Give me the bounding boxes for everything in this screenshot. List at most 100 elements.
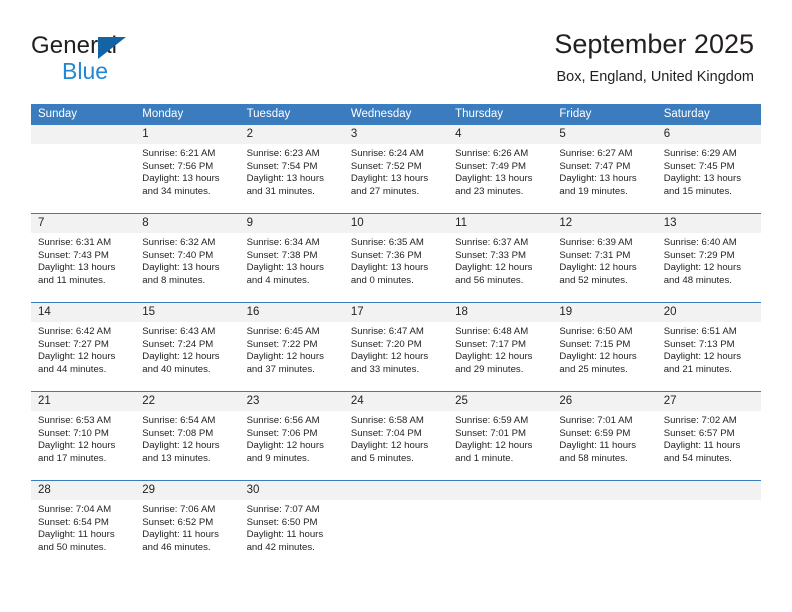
day-cell-content xyxy=(343,481,449,569)
calendar-day-cell[interactable]: 5 Sunrise: 6:27 AM Sunset: 7:47 PM Daylight… xyxy=(552,125,657,214)
calendar-day-cell[interactable]: 2 Sunrise: 6:23 AM Sunset: 7:54 PM Daylight… xyxy=(239,125,344,214)
day-cell-content: 17 Sunrise: 6:47 AM Sunset: 7:20 PM Dayligh… xyxy=(343,303,449,391)
calendar-day-cell[interactable]: 24 Sunrise: 6:58 AM Sunset: 7:04 PM Dayligh… xyxy=(343,391,449,481)
sunrise-text: Sunrise: 6:23 AM xyxy=(246,148,320,159)
calendar-day-cell[interactable]: 25 Sunrise: 6:59 AM Sunset: 7:01 PM Dayligh… xyxy=(448,391,553,481)
sunrise-text: Sunrise: 6:53 AM xyxy=(38,415,112,426)
calendar-day-cell[interactable]: 3 Sunrise: 6:24 AM Sunset: 7:52 PM Daylight… xyxy=(343,125,449,214)
day-details: Sunrise: 6:56 AM Sunset: 7:06 PM Daylight:… xyxy=(240,411,344,465)
calendar-day-cell[interactable]: 14 Sunrise: 6:42 AM Sunset: 7:27 PM Dayligh… xyxy=(31,302,136,392)
calendar-day-cell[interactable]: 9 Sunrise: 6:34 AM Sunset: 7:38 PM Daylight… xyxy=(239,213,344,303)
day-number: 11 xyxy=(448,214,553,233)
calendar-day-cell[interactable] xyxy=(343,480,449,569)
day-number: 20 xyxy=(656,303,761,322)
calendar-day-cell[interactable]: 27 Sunrise: 7:02 AM Sunset: 6:57 PM Dayligh… xyxy=(656,391,761,481)
daylight-text-line2: and 34 minutes. xyxy=(142,185,211,197)
calendar-day-cell[interactable]: 1 Sunrise: 6:21 AM Sunset: 7:56 PM Daylight… xyxy=(135,125,240,214)
day-cell-content xyxy=(448,481,553,569)
daylight-text-line2: and 5 minutes. xyxy=(350,452,414,464)
calendar-day-cell[interactable]: 19 Sunrise: 6:50 AM Sunset: 7:15 PM Dayligh… xyxy=(552,302,657,392)
day-details: Sunrise: 6:58 AM Sunset: 7:04 PM Daylight:… xyxy=(344,411,448,465)
calendar-day-cell[interactable]: 18 Sunrise: 6:48 AM Sunset: 7:17 PM Dayligh… xyxy=(448,302,553,392)
calendar-day-cell[interactable]: 15 Sunrise: 6:43 AM Sunset: 7:24 PM Dayligh… xyxy=(135,302,240,392)
calendar-day-cell[interactable]: 21 Sunrise: 6:53 AM Sunset: 7:10 PM Dayligh… xyxy=(31,391,136,481)
logo-text-blue: Blue xyxy=(62,58,109,84)
daylight-text-line2: and 25 minutes. xyxy=(559,363,628,375)
day-cell-content: 27 Sunrise: 7:02 AM Sunset: 6:57 PM Dayligh… xyxy=(656,392,761,480)
calendar-day-cell[interactable]: 29 Sunrise: 7:06 AM Sunset: 6:52 PM Dayligh… xyxy=(135,480,240,569)
calendar-day-cell[interactable] xyxy=(448,480,553,569)
day-number: 17 xyxy=(343,303,449,322)
sunset-text: Sunset: 7:33 PM xyxy=(455,249,527,261)
calendar-day-cell[interactable]: 30 Sunrise: 7:07 AM Sunset: 6:50 PM Dayligh… xyxy=(239,480,344,569)
daylight-text-line1: Daylight: 12 hours xyxy=(350,440,429,452)
sunrise-text: Sunrise: 7:04 AM xyxy=(38,504,112,515)
calendar-day-cell[interactable]: 11 Sunrise: 6:37 AM Sunset: 7:33 PM Dayligh… xyxy=(448,213,553,303)
day-details: Sunrise: 6:53 AM Sunset: 7:10 PM Daylight:… xyxy=(31,411,135,465)
day-cell-content: 4 Sunrise: 6:26 AM Sunset: 7:49 PM Daylight… xyxy=(448,125,553,213)
sunset-text: Sunset: 7:31 PM xyxy=(559,249,631,261)
daylight-text-line1: Daylight: 11 hours xyxy=(559,440,637,452)
calendar-day-cell[interactable]: 10 Sunrise: 6:35 AM Sunset: 7:36 PM Dayligh… xyxy=(343,213,449,303)
day-details: Sunrise: 6:21 AM Sunset: 7:56 PM Daylight:… xyxy=(135,144,239,198)
calendar-day-cell[interactable] xyxy=(31,125,136,214)
calendar-body: 1 Sunrise: 6:21 AM Sunset: 7:56 PM Daylight… xyxy=(31,125,761,569)
day-number: 7 xyxy=(31,214,136,233)
calendar-day-cell[interactable]: 4 Sunrise: 6:26 AM Sunset: 7:49 PM Daylight… xyxy=(448,125,553,214)
sunset-text: Sunset: 7:08 PM xyxy=(142,427,214,439)
sunset-text: Sunset: 7:22 PM xyxy=(246,338,318,350)
daylight-text-line2: and 8 minutes. xyxy=(142,274,206,286)
day-number: 12 xyxy=(552,214,657,233)
calendar-week-row: 14 Sunrise: 6:42 AM Sunset: 7:27 PM Dayligh… xyxy=(31,302,761,392)
calendar-day-cell[interactable]: 7 Sunrise: 6:31 AM Sunset: 7:43 PM Daylight… xyxy=(31,213,136,303)
day-number: 24 xyxy=(343,392,449,411)
sunset-text: Sunset: 7:29 PM xyxy=(663,249,735,261)
sunset-text: Sunset: 7:54 PM xyxy=(246,160,318,172)
day-number xyxy=(656,481,761,500)
sunset-text: Sunset: 7:20 PM xyxy=(350,338,422,350)
daylight-text-line1: Daylight: 12 hours xyxy=(663,351,742,363)
calendar-day-cell[interactable]: 12 Sunrise: 6:39 AM Sunset: 7:31 PM Dayligh… xyxy=(552,213,657,303)
daylight-text-line2: and 48 minutes. xyxy=(663,274,732,286)
day-cell-content: 16 Sunrise: 6:45 AM Sunset: 7:22 PM Dayligh… xyxy=(239,303,344,391)
calendar-day-cell[interactable]: 22 Sunrise: 6:54 AM Sunset: 7:08 PM Dayligh… xyxy=(135,391,240,481)
day-number: 9 xyxy=(239,214,344,233)
calendar-day-cell[interactable] xyxy=(656,480,761,569)
daylight-text-line1: Daylight: 13 hours xyxy=(142,173,220,185)
calendar-day-cell[interactable]: 17 Sunrise: 6:47 AM Sunset: 7:20 PM Dayligh… xyxy=(343,302,449,392)
day-number: 15 xyxy=(135,303,240,322)
calendar-day-cell[interactable]: 6 Sunrise: 6:29 AM Sunset: 7:45 PM Daylight… xyxy=(656,125,761,214)
day-cell-content: 11 Sunrise: 6:37 AM Sunset: 7:33 PM Dayligh… xyxy=(448,214,553,302)
calendar-day-cell[interactable]: 13 Sunrise: 6:40 AM Sunset: 7:29 PM Dayligh… xyxy=(656,213,761,303)
sunrise-text: Sunrise: 6:42 AM xyxy=(38,326,112,337)
calendar-day-cell[interactable]: 26 Sunrise: 7:01 AM Sunset: 6:59 PM Dayligh… xyxy=(552,391,657,481)
daylight-text-line1: Daylight: 12 hours xyxy=(38,351,116,363)
daylight-text-line2: and 27 minutes. xyxy=(350,185,420,197)
daylight-text-line2: and 21 minutes. xyxy=(663,363,732,375)
weekday-header-monday: Monday xyxy=(135,104,240,125)
day-details: Sunrise: 6:27 AM Sunset: 7:47 PM Daylight:… xyxy=(552,144,656,198)
daylight-text-line1: Daylight: 13 hours xyxy=(142,262,220,274)
day-number: 18 xyxy=(448,303,553,322)
calendar-day-cell[interactable]: 28 Sunrise: 7:04 AM Sunset: 6:54 PM Dayligh… xyxy=(31,480,136,569)
calendar-day-cell[interactable]: 16 Sunrise: 6:45 AM Sunset: 7:22 PM Dayligh… xyxy=(239,302,344,392)
sunrise-text: Sunrise: 7:06 AM xyxy=(142,504,216,515)
calendar-grid: Sunday Monday Tuesday Wednesday Thursday… xyxy=(31,104,761,569)
sunrise-text: Sunrise: 7:01 AM xyxy=(559,415,633,426)
calendar-day-cell[interactable]: 8 Sunrise: 6:32 AM Sunset: 7:40 PM Daylight… xyxy=(135,213,240,303)
day-details: Sunrise: 7:01 AM Sunset: 6:59 PM Daylight:… xyxy=(552,411,656,465)
calendar-day-cell[interactable] xyxy=(552,480,657,569)
sunrise-text: Sunrise: 6:43 AM xyxy=(142,326,216,337)
day-details: Sunrise: 6:59 AM Sunset: 7:01 PM Daylight:… xyxy=(448,411,552,465)
daylight-text-line2: and 13 minutes. xyxy=(142,452,211,464)
day-details: Sunrise: 6:39 AM Sunset: 7:31 PM Daylight:… xyxy=(552,233,656,287)
daylight-text-line2: and 50 minutes. xyxy=(38,541,107,553)
day-details: Sunrise: 6:35 AM Sunset: 7:36 PM Daylight:… xyxy=(344,233,448,287)
day-details: Sunrise: 6:51 AM Sunset: 7:13 PM Daylight:… xyxy=(657,322,761,376)
sunset-text: Sunset: 7:15 PM xyxy=(559,338,631,350)
calendar-day-cell[interactable]: 23 Sunrise: 6:56 AM Sunset: 7:06 PM Dayligh… xyxy=(239,391,344,481)
generalblue-logo[interactable]: General Blue xyxy=(31,33,211,85)
calendar-week-row: 21 Sunrise: 6:53 AM Sunset: 7:10 PM Dayligh… xyxy=(31,391,761,481)
day-number xyxy=(31,125,136,144)
calendar-day-cell[interactable]: 20 Sunrise: 6:51 AM Sunset: 7:13 PM Dayligh… xyxy=(656,302,761,392)
